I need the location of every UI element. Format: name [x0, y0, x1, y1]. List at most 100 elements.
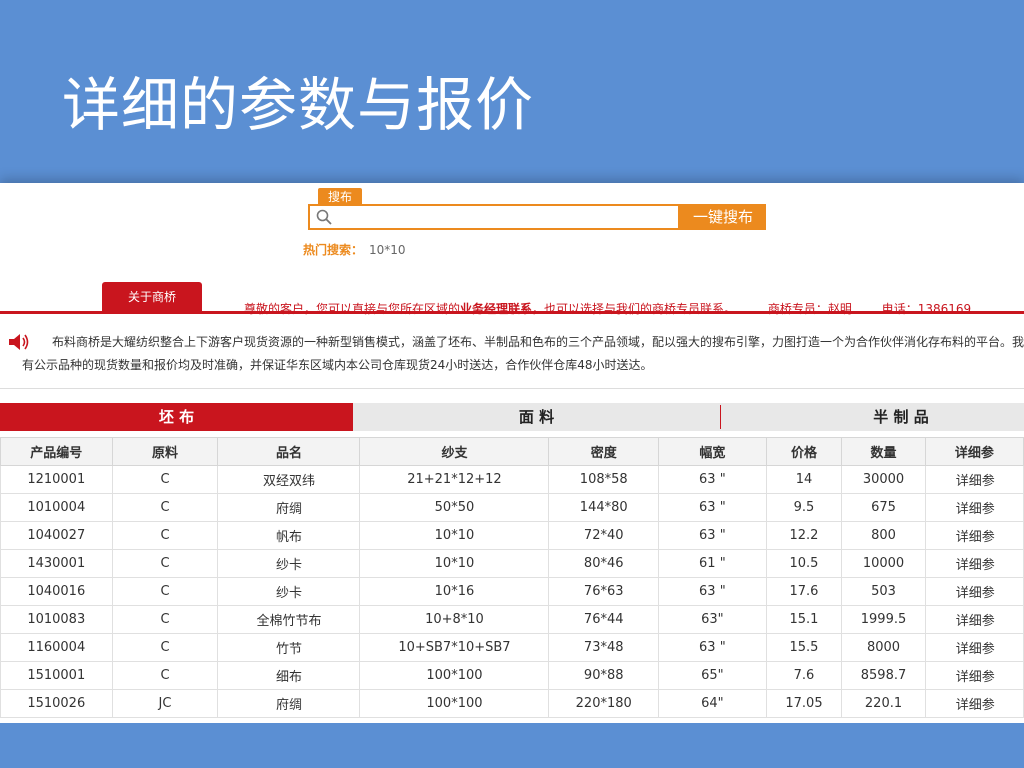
search-input[interactable] — [308, 204, 680, 230]
table-cell: 144*80 — [548, 493, 659, 522]
tab-semi-finished[interactable]: 半 制 品 — [721, 403, 1024, 431]
table-cell: 63 " — [658, 633, 767, 662]
table-cell: 63 " — [658, 465, 767, 494]
table-cell: 63 " — [658, 521, 767, 550]
detail-link[interactable]: 详细参 — [924, 493, 1024, 522]
detail-link[interactable]: 详细参 — [924, 605, 1024, 634]
search-icon — [316, 209, 332, 225]
table-row[interactable]: 1010083 C 全棉竹节布 10+8*10 76*44 63" 15.1 1999.5 详细… — [0, 605, 1024, 634]
table-cell: 675 — [841, 493, 926, 522]
table-row[interactable]: 1040027 C 帆布 10*10 72*40 63 " 12.2 800 详细参 — [0, 521, 1024, 550]
table-cell: 21+21*12+12 — [359, 465, 550, 494]
table-cell: 72*40 — [548, 521, 659, 550]
table-cell: 细布 — [217, 661, 361, 690]
table-cell: 10.5 — [765, 549, 843, 578]
table-cell: 17.05 — [765, 689, 843, 718]
column-header: 原料 — [111, 437, 219, 466]
table-header-row: 产品编号 原料 品名 纱支 密度 幅宽 价格 数量 详细参 — [0, 437, 1024, 466]
slide-title: 详细的参数与报价 — [62, 71, 535, 139]
tab-about[interactable]: 关于商桥 — [102, 282, 202, 314]
table-cell: 30000 — [841, 465, 926, 494]
table-cell: C — [111, 465, 219, 494]
table-row[interactable]: 1040016 C 纱卡 10*16 76*63 63 " 17.6 503 详细参 — [0, 577, 1024, 606]
table-cell: 63 " — [658, 493, 767, 522]
table-cell: 府绸 — [217, 493, 361, 522]
column-header: 数量 — [841, 437, 926, 466]
tab-greige[interactable]: 坯 布 — [0, 403, 353, 431]
column-header: 价格 — [765, 437, 843, 466]
slide-footer-band — [0, 723, 1024, 768]
table-cell: 10*16 — [359, 577, 550, 606]
table-cell: 1040027 — [0, 521, 113, 550]
separator — [0, 388, 1024, 389]
detail-link[interactable]: 详细参 — [924, 577, 1024, 606]
table-cell: 100*100 — [359, 689, 550, 718]
category-tabs: 坯 布 面 料 半 制 品 — [0, 403, 1024, 431]
table-cell: 76*63 — [548, 577, 659, 606]
table-cell: 80*46 — [548, 549, 659, 578]
column-header: 详细参 — [924, 437, 1024, 466]
table-cell: C — [111, 493, 219, 522]
table-cell: C — [111, 633, 219, 662]
table-row[interactable]: 1210001 C 双经双纬 21+21*12+12 108*58 63 " 14 30000… — [0, 465, 1024, 494]
column-header: 幅宽 — [658, 437, 767, 466]
table-cell: 63" — [658, 605, 767, 634]
table-cell: 双经双纬 — [217, 465, 361, 494]
table-cell: 8000 — [841, 633, 926, 662]
table-cell: 1040016 — [0, 577, 113, 606]
table-cell: C — [111, 521, 219, 550]
table-cell: 15.5 — [765, 633, 843, 662]
hot-search: 热门搜索： 10*10 — [303, 241, 406, 258]
detail-link[interactable]: 详细参 — [924, 465, 1024, 494]
table-cell: 503 — [841, 577, 926, 606]
tab-fabric[interactable]: 面 料 — [353, 403, 720, 431]
table-cell: 1510001 — [0, 661, 113, 690]
detail-link[interactable]: 详细参 — [924, 521, 1024, 550]
table-cell: 61 " — [658, 549, 767, 578]
announcement-text: 布料商桥是大耀纺织整合上下游客户现货资源的一种新型销售模式，涵盖了坯布、半制品和… — [22, 335, 1024, 372]
table-cell: 76*44 — [548, 605, 659, 634]
table-cell: 14 — [765, 465, 843, 494]
detail-link[interactable]: 详细参 — [924, 549, 1024, 578]
table-row[interactable]: 1010004 C 府绸 50*50 144*80 63 " 9.5 675 详细参 — [0, 493, 1024, 522]
table-cell: 17.6 — [765, 577, 843, 606]
table-cell: 220.1 — [841, 689, 926, 718]
table-row[interactable]: 1510026 JC 府绸 100*100 220*180 64" 17.05 220.1 详细… — [0, 689, 1024, 718]
detail-link[interactable]: 详细参 — [924, 633, 1024, 662]
table-cell: 65" — [658, 661, 767, 690]
detail-link[interactable]: 详细参 — [924, 689, 1024, 718]
table-cell: 64" — [658, 689, 767, 718]
table-row[interactable]: 1510001 C 细布 100*100 90*88 65" 7.6 8598.7 详细参 — [0, 661, 1024, 690]
table-cell: 1510026 — [0, 689, 113, 718]
table-cell: 7.6 — [765, 661, 843, 690]
table-cell: 90*88 — [548, 661, 659, 690]
table-cell: 8598.7 — [841, 661, 926, 690]
table-row[interactable]: 1160004 C 竹节 10+SB7*10+SB7 73*48 63 " 15.5 8000… — [0, 633, 1024, 662]
hot-search-link[interactable]: 10*10 — [369, 243, 406, 257]
table-cell: C — [111, 661, 219, 690]
table-cell: 10+8*10 — [359, 605, 550, 634]
column-header: 品名 — [217, 437, 361, 466]
search-button[interactable]: 一键搜布 — [680, 204, 766, 230]
table-cell: 1160004 — [0, 633, 113, 662]
table-cell: 108*58 — [548, 465, 659, 494]
table-cell: 73*48 — [548, 633, 659, 662]
table-cell: JC — [111, 689, 219, 718]
contact-text-2: ，也可以选择与我们的商桥专员联系。 — [532, 302, 737, 316]
table-cell: 9.5 — [765, 493, 843, 522]
table-cell: 全棉竹节布 — [217, 605, 361, 634]
table-cell: 府绸 — [217, 689, 361, 718]
table-cell: 1210001 — [0, 465, 113, 494]
column-header: 纱支 — [359, 437, 550, 466]
table-cell: C — [111, 605, 219, 634]
table-cell: C — [111, 577, 219, 606]
hot-search-label: 热门搜索： — [303, 243, 364, 257]
table-row[interactable]: 1430001 C 纱卡 10*10 80*46 61 " 10.5 10000 详细参 — [0, 549, 1024, 578]
table-cell: 100*100 — [359, 661, 550, 690]
column-header: 密度 — [548, 437, 659, 466]
table-cell: 10*10 — [359, 549, 550, 578]
table-cell: 1010004 — [0, 493, 113, 522]
detail-link[interactable]: 详细参 — [924, 661, 1024, 690]
table-cell: 10*10 — [359, 521, 550, 550]
contact-text-1: 尊敬的客户，您可以直接与您所在区域的 — [244, 302, 461, 316]
